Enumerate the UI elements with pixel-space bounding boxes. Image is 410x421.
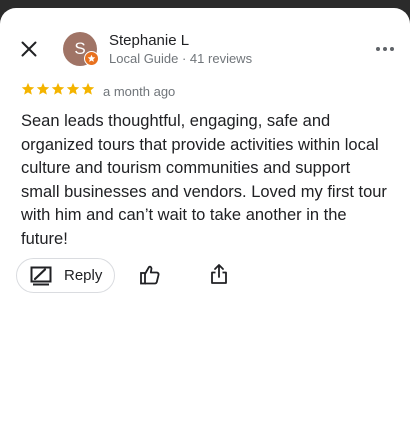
star-icon xyxy=(36,82,50,95)
review-sheet: S Stephanie L Local Guide · 41 reviews a… xyxy=(0,8,410,421)
more-options-button[interactable] xyxy=(373,37,397,61)
star-icon xyxy=(21,82,35,95)
reviewer-meta: Local Guide · 41 reviews xyxy=(109,51,253,66)
thumbs-up-icon xyxy=(140,265,160,285)
reply-button[interactable]: Reply xyxy=(16,258,115,293)
star-icon xyxy=(66,82,80,95)
close-icon xyxy=(21,41,37,57)
close-button[interactable] xyxy=(17,37,41,61)
review-date: a month ago xyxy=(103,84,176,99)
reply-icon xyxy=(30,266,52,285)
star-icon xyxy=(51,82,65,95)
reviewer-name[interactable]: Stephanie L xyxy=(109,32,189,49)
reply-label: Reply xyxy=(64,267,103,284)
star-icon xyxy=(81,82,95,95)
share-button[interactable] xyxy=(208,263,230,285)
star-rating xyxy=(21,82,95,100)
share-icon xyxy=(211,264,227,284)
review-text: Sean leads thoughtful, engaging, safe an… xyxy=(21,112,387,248)
local-guide-badge-icon xyxy=(84,51,99,66)
more-vertical-icon xyxy=(376,47,394,51)
like-button[interactable] xyxy=(139,264,161,286)
